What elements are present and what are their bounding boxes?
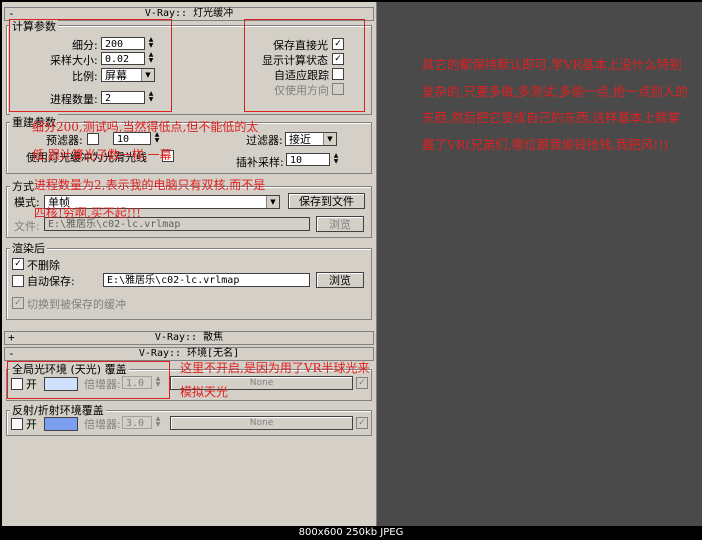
switch-saved-label: 切换到被保存的缓冲 (27, 298, 126, 311)
highlight-box-env (7, 361, 170, 399)
switch-saved-checkbox[interactable]: ✓ (12, 297, 24, 309)
highlight-box-left (9, 19, 172, 112)
collapse-icon[interactable]: - (8, 348, 15, 360)
overlay-note-2: 低,跟计算光子数一样,一幕 (32, 148, 172, 162)
mode-title: 方式 (10, 178, 36, 194)
overlay-note-3: 进程数量为2,表示我的电脑只有双核,而不是 (34, 178, 266, 192)
after-render-title: 渲染后 (10, 240, 47, 256)
overlay-note-1: 细分200,测试吗,当然得低点,但不能低的太 (32, 120, 259, 134)
auto-save-browse-button[interactable]: 浏览 (316, 272, 364, 288)
refl-env-color-swatch[interactable] (44, 417, 78, 431)
highlight-box-right (244, 19, 365, 112)
auto-save-path-field[interactable]: E:\雅居乐\c02-lc.vrlmap (103, 273, 310, 287)
status-bar: 800x600 250kb JPEG (0, 526, 702, 540)
refl-multiplier-arrows[interactable]: ▲ ▼ (154, 416, 162, 429)
dont-delete-checkbox[interactable]: ✓ (12, 258, 24, 270)
rollout-caustics-title[interactable]: + V-Ray:: 散焦 (4, 331, 374, 345)
refl-env-on-label: 开 (26, 418, 37, 431)
refl-multiplier-label: 倍增器: (84, 418, 121, 431)
refl-env-map-button[interactable]: None (170, 416, 353, 430)
expand-icon[interactable]: + (8, 332, 15, 344)
right-note: 其它的都保持默认即可,学VR基本上没什么特别复杂的,只要多做,多测试,多偷一点,… (422, 57, 688, 152)
auto-save-checkbox[interactable] (12, 275, 24, 287)
auto-save-label: 自动保存: (27, 275, 75, 288)
refl-env-map-checkbox[interactable]: ✓ (356, 417, 368, 429)
refl-env-on-checkbox[interactable] (11, 418, 23, 430)
refl-multiplier-spinner[interactable]: 3.0 (122, 416, 152, 429)
dont-delete-label: 不删除 (27, 259, 60, 272)
overlay-note-4: 四核!穷啊,买不起!!! (34, 206, 142, 220)
env-note: 这里不开启,是因为用了VR半球光来模拟天光 (180, 361, 370, 399)
